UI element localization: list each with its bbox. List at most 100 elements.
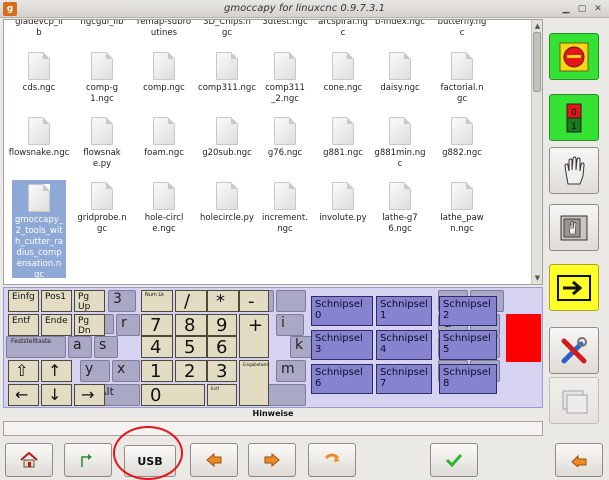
file-item[interactable]: 3dtest.ngc xyxy=(252,20,318,28)
file-item[interactable]: 3D_Chips.ngc xyxy=(194,20,260,39)
file-item[interactable]: g882.ngc xyxy=(429,117,495,159)
settings-button[interactable] xyxy=(549,327,599,374)
file-item[interactable]: g76.ngc xyxy=(252,117,318,159)
scroll-up-arrow-icon[interactable]: ▲ xyxy=(533,21,542,31)
arrow-right-key[interactable]: → xyxy=(74,384,105,406)
file-item-selected[interactable]: gmoccapy_2_tools_with_cutter_radius_comp… xyxy=(12,180,66,280)
num5-key[interactable]: 5 xyxy=(175,336,207,358)
bg-key[interactable]: s xyxy=(94,336,118,358)
file-item[interactable]: gridprobe.ngc xyxy=(69,182,135,235)
bg-key[interactable]: 3 xyxy=(108,290,136,312)
select-button[interactable] xyxy=(430,443,478,477)
file-item[interactable]: holecircle.py xyxy=(194,182,260,224)
home-button[interactable] xyxy=(5,443,53,477)
close-button[interactable]: ✕ xyxy=(592,3,604,15)
machine-power-button[interactable]: 0 1 xyxy=(549,94,599,141)
shift-key[interactable]: ⇧ xyxy=(8,360,39,382)
file-item[interactable]: ngcgui_lib xyxy=(69,20,135,28)
arrow-down-key[interactable]: ↓ xyxy=(41,384,72,406)
user-tabs-button[interactable] xyxy=(549,377,599,424)
num6-key[interactable]: 6 xyxy=(207,336,237,358)
file-item[interactable]: factorial.ngc xyxy=(429,52,495,105)
manual-mode-button[interactable] xyxy=(549,147,599,194)
maximize-button[interactable]: ▢ xyxy=(576,3,588,15)
minus-key[interactable]: - xyxy=(239,290,269,312)
file-item[interactable]: comp-g1.ngc xyxy=(69,52,135,105)
insert-key[interactable]: Einfg xyxy=(8,290,39,312)
file-item[interactable]: lathe-g76.ngc xyxy=(367,182,433,235)
auto-mode-button[interactable] xyxy=(549,264,599,311)
red-indicator-key[interactable] xyxy=(506,314,541,362)
multiply-key[interactable]: * xyxy=(207,290,239,312)
file-item[interactable]: daisy.ngc xyxy=(367,52,433,94)
num7-key[interactable]: 7 xyxy=(141,314,173,336)
svg-text:0: 0 xyxy=(571,108,577,118)
bg-key[interactable]: i xyxy=(276,314,304,336)
minimize-button[interactable]: ▁ xyxy=(560,3,572,15)
mdi-mode-button[interactable] xyxy=(549,204,599,251)
file-item[interactable]: gladevcp_lib xyxy=(6,20,72,39)
delete-key[interactable]: Entf xyxy=(8,314,39,336)
num1-key[interactable]: 1 xyxy=(141,360,173,382)
file-item[interactable]: butterfly.ngc xyxy=(429,20,495,39)
num-delete-key[interactable]: Entf xyxy=(207,384,237,406)
bg-key[interactable]: k xyxy=(290,336,312,358)
num9-key[interactable]: 9 xyxy=(207,314,237,336)
snippet-button[interactable]: Schnipsel 8 xyxy=(439,364,497,394)
num2-key[interactable]: 2 xyxy=(175,360,207,382)
file-item[interactable]: increment.ngc xyxy=(252,182,318,235)
file-item[interactable]: lathe_pawn.ngc xyxy=(429,182,495,235)
snippet-button[interactable]: Schnipsel 1 xyxy=(376,296,432,326)
file-item[interactable]: g20sub.ngc xyxy=(194,117,260,159)
arrow-up-key[interactable]: ↑ xyxy=(41,360,72,382)
num-lock-key[interactable]: Num Lk xyxy=(141,290,173,312)
snippet-button[interactable]: Schnipsel 7 xyxy=(376,364,432,394)
snippet-button[interactable]: Schnipsel 2 xyxy=(439,296,497,326)
enter-key[interactable]: Eingabetaste xyxy=(239,360,269,406)
file-scrollbar[interactable]: ▲ ▼ xyxy=(531,20,542,284)
bg-key[interactable]: m xyxy=(276,360,306,382)
page-down-key[interactable]: Pg Dn xyxy=(74,314,105,336)
file-item[interactable]: comp311.ngc xyxy=(194,52,260,94)
file-chooser[interactable]: gladevcp_lib ngcgui_lib remap-subroutine… xyxy=(3,19,543,285)
home-key[interactable]: Pos1 xyxy=(41,290,72,312)
snippet-button[interactable]: Schnipsel 6 xyxy=(311,364,373,394)
next-button[interactable] xyxy=(248,443,296,477)
file-item[interactable]: b-index.ngc xyxy=(367,20,433,28)
num3-key[interactable]: 3 xyxy=(207,360,237,382)
reload-button[interactable] xyxy=(308,443,356,477)
bg-key[interactable]: y xyxy=(80,360,110,382)
scroll-thumb[interactable] xyxy=(533,32,541,92)
scroll-down-arrow-icon[interactable]: ▼ xyxy=(533,273,542,283)
file-item[interactable]: flowsnake.py xyxy=(69,117,135,170)
back-button[interactable] xyxy=(555,443,603,477)
num8-key[interactable]: 8 xyxy=(175,314,207,336)
snippet-button[interactable]: Schnipsel 3 xyxy=(311,330,373,360)
file-item[interactable]: flowsnake.ngc xyxy=(6,117,72,159)
estop-button[interactable] xyxy=(549,33,599,80)
file-item[interactable]: comp.ngc xyxy=(131,52,197,94)
file-item[interactable]: cds.ngc xyxy=(6,52,72,94)
bg-key[interactable]: a xyxy=(68,336,92,358)
file-item[interactable]: g881min.ngc xyxy=(367,117,433,170)
directory-up-button[interactable] xyxy=(64,443,112,477)
previous-button[interactable] xyxy=(190,443,238,477)
bg-key[interactable] xyxy=(276,290,306,312)
snippet-button[interactable]: Schnipsel 0 xyxy=(311,296,373,326)
num0-key[interactable]: 0 xyxy=(141,384,205,406)
num4-key[interactable]: 4 xyxy=(141,336,173,358)
file-item[interactable]: hole-circle.ngc xyxy=(131,182,197,235)
file-item[interactable]: remap-subroutines xyxy=(131,20,197,39)
snippet-button[interactable]: Schnipsel 5 xyxy=(439,330,497,360)
file-item[interactable]: foam.ngc xyxy=(131,117,197,159)
plus-key[interactable]: + xyxy=(239,314,269,358)
file-item[interactable]: comp311_2.ngc xyxy=(252,52,318,105)
bg-key[interactable]: x xyxy=(112,360,140,382)
page-up-key[interactable]: Pg Up xyxy=(74,290,105,312)
arrow-left-key[interactable]: ← xyxy=(8,384,39,406)
snippet-button[interactable]: Schnipsel 4 xyxy=(376,330,432,360)
end-key[interactable]: Ende xyxy=(41,314,72,336)
bg-key[interactable]: r xyxy=(116,314,140,336)
caps-lock-key[interactable]: Feststelltaste xyxy=(6,336,66,358)
divide-key[interactable]: / xyxy=(175,290,207,312)
